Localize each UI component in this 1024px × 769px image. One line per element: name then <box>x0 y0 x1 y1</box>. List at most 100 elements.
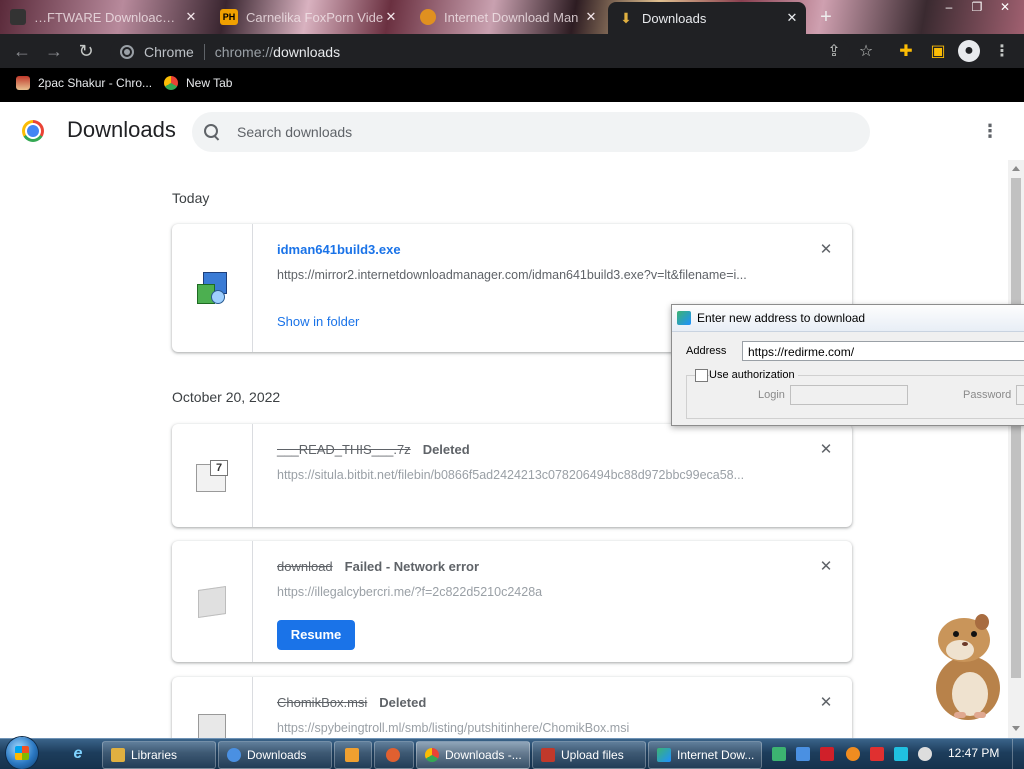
dialog-title: Enter new address to download <box>697 311 866 325</box>
app-icon <box>386 748 400 762</box>
chrome-logo-icon <box>22 120 44 142</box>
bookmark-new-tab[interactable]: New Tab <box>164 76 232 90</box>
download-filename: ___READ_THIS___.7z Deleted <box>277 442 470 457</box>
more-vert-icon[interactable]: ⋮ <box>980 120 1000 142</box>
tab-downloads[interactable]: ⬇ Downloads ✕ <box>608 2 806 34</box>
address-bar[interactable]: Chrome chrome:// downloads <box>110 38 850 66</box>
tab-software-download[interactable]: …FTWARE Downloac… ✕ <box>0 4 205 30</box>
tray-app-icon[interactable] <box>796 747 810 761</box>
tab-label: Internet Download Man <box>444 9 579 25</box>
scroll-up-icon[interactable] <box>1012 166 1020 171</box>
side-panel-icon[interactable]: ▣ <box>928 42 948 62</box>
download-filename-link[interactable]: idman641build3.exe <box>277 242 401 257</box>
taskbar-label: Internet Dow... <box>677 748 755 762</box>
page-scrollbar[interactable] <box>1008 160 1024 738</box>
bookmark-icon <box>16 76 30 90</box>
address-input[interactable]: https://redirme.com/ <box>742 341 1024 361</box>
use-authorization-checkbox[interactable] <box>695 369 708 382</box>
tab-internet-download-manager[interactable]: Internet Download Man ✕ <box>410 4 605 30</box>
scroll-down-icon[interactable] <box>1012 726 1020 731</box>
site-chip: Chrome <box>144 44 194 60</box>
show-in-folder-link[interactable]: Show in folder <box>277 314 359 329</box>
taskbar-label: Downloads -... <box>445 748 522 762</box>
resume-button[interactable]: Resume <box>277 620 355 650</box>
folder-icon <box>111 748 125 762</box>
close-icon[interactable]: ✕ <box>583 9 599 25</box>
ie-icon[interactable]: e <box>60 742 96 766</box>
tray-antivirus-icon[interactable] <box>820 747 834 761</box>
scroll-thumb[interactable] <box>1011 178 1021 678</box>
window-close-icon[interactable]: ✕ <box>991 0 1019 16</box>
browser-toolbar: ← → ↻ Chrome chrome:// downloads ⇪ ☆ ✚ ▣… <box>0 34 1024 68</box>
tab-carnelika-video[interactable]: PH Carnelika FoxPorn Vide ✕ <box>210 4 405 30</box>
new-tab-icon[interactable]: + <box>816 6 836 29</box>
taskbar-upload-files[interactable]: Upload files <box>532 741 646 769</box>
tab-label: Carnelika FoxPorn Vide <box>246 9 383 25</box>
chrome-icon <box>164 76 178 90</box>
file-icon-column <box>172 224 253 352</box>
taskbar-media-player[interactable] <box>334 741 372 769</box>
windows-taskbar: e Libraries Downloads Downloads -... Upl… <box>0 737 1024 769</box>
page-title: Downloads <box>67 117 176 142</box>
download-status: Deleted <box>379 695 427 710</box>
bookmarks-bar: 2pac Shakur - Chro... New Tab <box>0 68 1024 102</box>
password-label: Password <box>963 389 1012 401</box>
taskbar-app[interactable] <box>374 741 414 769</box>
file-icon-column <box>172 677 253 738</box>
forward-icon[interactable]: → <box>44 41 64 61</box>
start-button[interactable] <box>6 737 38 769</box>
bookmark-label: 2pac Shakur - Chro... <box>38 76 153 90</box>
download-icon: ⬇ <box>620 10 632 26</box>
bookmark-label: New Tab <box>186 76 233 90</box>
restore-icon[interactable]: ❐ <box>963 0 991 16</box>
bookmark-star-icon[interactable]: ☆ <box>856 42 876 62</box>
search-icon <box>204 124 220 140</box>
tray-display-icon[interactable] <box>894 747 908 761</box>
taskbar-label: Libraries <box>131 748 178 762</box>
taskbar-clock[interactable]: 12:47 PM <box>948 746 999 760</box>
remove-item-close-icon[interactable]: ✕ <box>818 695 834 711</box>
tray-network-icon[interactable] <box>772 747 786 761</box>
profile-avatar-icon[interactable]: ● <box>958 40 980 62</box>
exe-icon <box>197 272 227 304</box>
taskbar-internet-download-manager[interactable]: Internet Dow... <box>648 741 762 769</box>
close-icon[interactable]: ✕ <box>383 9 399 25</box>
section-date-today: Today <box>172 190 210 206</box>
taskbar-downloads-folder[interactable]: Downloads <box>218 741 332 769</box>
tray-volume-icon[interactable] <box>918 747 932 761</box>
download-url: https://illegalcybercri.me/?f=2c822d5210… <box>277 585 543 599</box>
close-icon[interactable]: ✕ <box>183 9 199 25</box>
show-desktop-button[interactable] <box>1012 739 1024 769</box>
download-url[interactable]: https://mirror2.internetdownloadmanager.… <box>277 268 777 282</box>
back-icon[interactable]: ← <box>12 41 32 61</box>
search-downloads-input[interactable]: Search downloads <box>192 112 870 152</box>
file-icon-column: 7 <box>172 424 253 527</box>
idm-icon <box>657 748 671 762</box>
share-icon[interactable]: ⇪ <box>824 42 844 62</box>
ph-favicon-icon: PH <box>220 9 238 25</box>
url-host: downloads <box>273 44 341 60</box>
remove-item-close-icon[interactable]: ✕ <box>818 242 834 258</box>
extensions-icon[interactable]: ✚ <box>896 42 916 62</box>
remove-item-close-icon[interactable]: ✕ <box>818 559 834 575</box>
use-authorization-label: Use authorization <box>709 369 798 381</box>
url-scheme: chrome:// <box>214 44 274 60</box>
remove-item-close-icon[interactable]: ✕ <box>818 442 834 458</box>
taskbar-chrome-downloads[interactable]: Downloads -... <box>416 741 530 769</box>
close-icon[interactable]: ✕ <box>784 10 800 26</box>
chrome-menu-icon[interactable]: ⋮ <box>992 42 1012 62</box>
dialog-titlebar[interactable]: Enter new address to download <box>672 305 1024 332</box>
password-input[interactable] <box>1016 385 1024 405</box>
chrome-icon <box>120 45 134 59</box>
search-placeholder: Search downloads <box>237 124 353 140</box>
minimize-icon[interactable]: ‒ <box>935 0 963 16</box>
tray-search-icon[interactable] <box>846 747 860 761</box>
filename-text: ___READ_THIS___.7z <box>277 442 411 457</box>
login-input[interactable] <box>790 385 908 405</box>
taskbar-libraries[interactable]: Libraries <box>102 741 216 769</box>
bookmark-2pac-shakur[interactable]: 2pac Shakur - Chro... <box>16 76 152 90</box>
reload-icon[interactable]: ↻ <box>76 41 96 61</box>
tab-label: Downloads <box>642 10 707 26</box>
download-status: Failed - Network error <box>344 559 480 574</box>
tray-flag-icon[interactable] <box>870 747 884 761</box>
